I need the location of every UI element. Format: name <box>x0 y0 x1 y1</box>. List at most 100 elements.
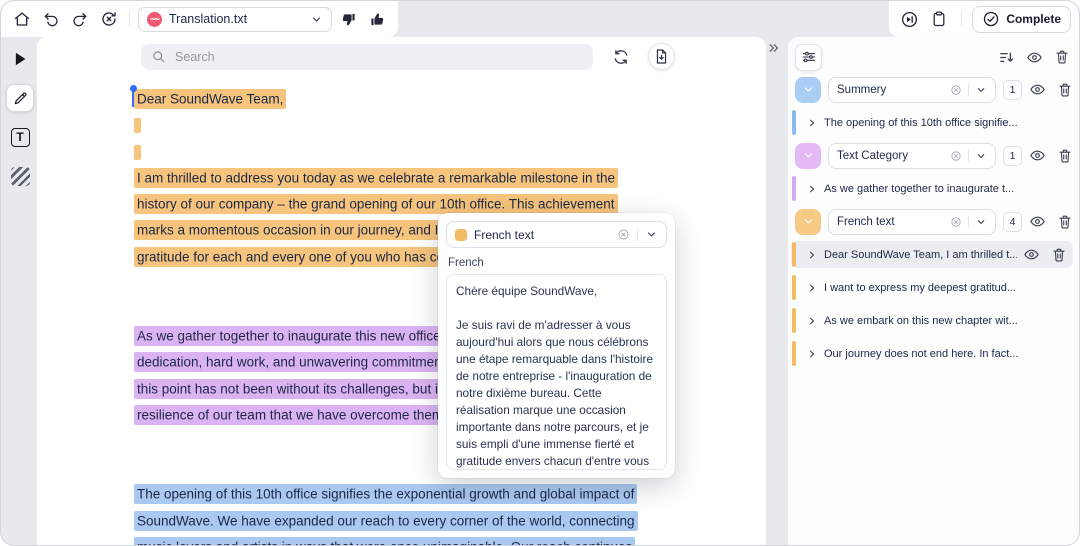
region-color-bar <box>792 275 796 300</box>
clear-label-button[interactable] <box>950 84 962 96</box>
home-button[interactable] <box>9 6 34 32</box>
file-dropdown[interactable]: Translation.txt <box>138 6 332 32</box>
eye-icon <box>1029 213 1046 230</box>
undo-button[interactable] <box>38 6 63 32</box>
delete-group-button[interactable] <box>1057 214 1073 230</box>
eye-icon <box>1029 147 1046 164</box>
group-label-select[interactable]: Text Category <box>828 142 996 169</box>
clear-label-button[interactable] <box>950 216 962 228</box>
chevron-down-icon <box>975 84 987 96</box>
divider <box>961 11 963 27</box>
redo-button[interactable] <box>67 6 92 32</box>
group-label-select[interactable]: French text <box>828 208 996 235</box>
pointer-icon <box>10 49 30 69</box>
region-color-bar <box>792 110 796 135</box>
delete-group-button[interactable] <box>1057 82 1073 98</box>
group-actions <box>1029 147 1073 164</box>
thumbs-up-button[interactable] <box>365 6 390 32</box>
copy-button[interactable] <box>927 6 951 32</box>
file-type-icon <box>147 11 162 27</box>
delete-group-button[interactable] <box>1057 148 1073 164</box>
region-item[interactable]: Our journey does not end here. In fact..… <box>791 340 1073 367</box>
region-color-bar <box>792 341 796 366</box>
highlighted-region-blue[interactable]: music lovers and artists in ways that we… <box>134 537 636 545</box>
label-dropdown[interactable]: French text <box>446 221 667 248</box>
delete-all-regions-button[interactable] <box>1054 49 1070 65</box>
newline-highlight-mark[interactable] <box>134 144 141 160</box>
toggle-region-visibility-button[interactable] <box>1023 246 1040 263</box>
search-input[interactable] <box>175 49 583 64</box>
divider <box>968 83 969 96</box>
region-item-text: As we gather together to inaugurate t... <box>824 182 1015 195</box>
group-actions <box>1029 81 1073 98</box>
eye-icon <box>1023 246 1040 263</box>
delete-region-button[interactable] <box>1051 247 1067 263</box>
app-window: Translation.txt Complete T Search Dear S… <box>0 0 1080 546</box>
region-group-summary: Summery 1 <box>795 76 1073 103</box>
text-line: Dear SoundWave Team, <box>134 86 762 112</box>
eraser-tool-button[interactable] <box>6 162 34 190</box>
region-item[interactable]: The opening of this 10th office signifie… <box>791 109 1073 136</box>
collapse-group-button[interactable] <box>795 142 821 169</box>
highlighted-region-orange[interactable]: I am thrilled to address you today as we… <box>134 167 618 188</box>
region-item[interactable]: As we embark on this new chapter wit... <box>791 307 1073 334</box>
chevron-down-icon <box>802 83 815 96</box>
group-label-select[interactable]: Summery <box>828 76 996 103</box>
search-bar[interactable] <box>141 43 593 70</box>
sort-regions-button[interactable] <box>998 49 1015 66</box>
chevron-right-icon <box>806 315 818 327</box>
collapse-group-button[interactable] <box>795 76 821 103</box>
language-label: French <box>448 257 484 269</box>
region-count-badge: 1 <box>1003 79 1022 100</box>
text-cursor <box>129 84 137 107</box>
newline-highlight-mark[interactable] <box>134 118 141 134</box>
group-label-value: French text <box>837 215 895 228</box>
pointer-tool-button[interactable] <box>6 45 34 73</box>
text-tool-button[interactable]: T <box>6 123 34 151</box>
thumbs-down-button[interactable] <box>336 6 361 32</box>
redo-icon <box>71 10 89 28</box>
complete-button-label: Complete <box>1006 12 1061 26</box>
document-download-icon <box>653 48 670 65</box>
chevron-right-icon <box>806 249 818 261</box>
export-document-button[interactable] <box>648 43 675 70</box>
region-item-text: I want to express my deepest gratitud... <box>824 281 1016 294</box>
text-line: The opening of this 10th office signifie… <box>134 482 762 508</box>
divider <box>968 149 969 162</box>
home-icon <box>13 10 31 28</box>
panel-settings-button[interactable] <box>795 43 822 71</box>
label-color-swatch <box>455 228 467 241</box>
chevron-down-icon <box>802 149 815 162</box>
x-circle-icon <box>950 216 962 228</box>
toggle-all-visibility-button[interactable] <box>1026 49 1043 66</box>
highlighter-tool-button[interactable] <box>6 84 34 112</box>
region-item-selected[interactable]: Dear SoundWave Team, I am thrilled t... <box>791 241 1073 268</box>
thumbs-up-icon <box>369 11 386 28</box>
region-color-bar <box>792 176 796 201</box>
region-item[interactable]: As we gather together to inaugurate t... <box>791 175 1073 202</box>
collapse-panel-button[interactable] <box>767 41 781 55</box>
search-icon <box>151 49 166 64</box>
highlighted-region-orange[interactable]: Dear SoundWave Team, <box>134 88 287 109</box>
undo-icon <box>42 10 60 28</box>
clear-label-button[interactable] <box>950 150 962 162</box>
text-line: SoundWave. We have expanded our reach to… <box>134 508 762 534</box>
toolbar-right: Complete <box>889 1 1079 37</box>
translation-textarea[interactable]: Chère équipe SoundWave, Je suis ravi de … <box>446 274 667 470</box>
toggle-group-visibility-button[interactable] <box>1029 213 1046 230</box>
clear-label-button[interactable] <box>617 228 630 241</box>
highlighted-region-blue[interactable]: The opening of this 10th office signifie… <box>134 484 638 505</box>
complete-button[interactable]: Complete <box>972 5 1071 33</box>
collapse-group-button[interactable] <box>795 208 821 235</box>
toggle-group-visibility-button[interactable] <box>1029 147 1046 164</box>
highlighter-pen-icon <box>12 90 29 107</box>
region-item[interactable]: I want to express my deepest gratitud... <box>791 274 1073 301</box>
highlighted-region-blue[interactable]: SoundWave. We have expanded our reach to… <box>134 510 638 531</box>
reset-button[interactable] <box>96 6 121 32</box>
text-line: music lovers and artists in ways that we… <box>134 535 762 545</box>
highlighted-region-orange[interactable]: history of our company – the grand openi… <box>134 194 618 215</box>
refresh-search-button[interactable] <box>607 43 634 70</box>
chevron-right-icon <box>806 117 818 129</box>
toggle-group-visibility-button[interactable] <box>1029 81 1046 98</box>
skip-button[interactable] <box>897 6 921 32</box>
